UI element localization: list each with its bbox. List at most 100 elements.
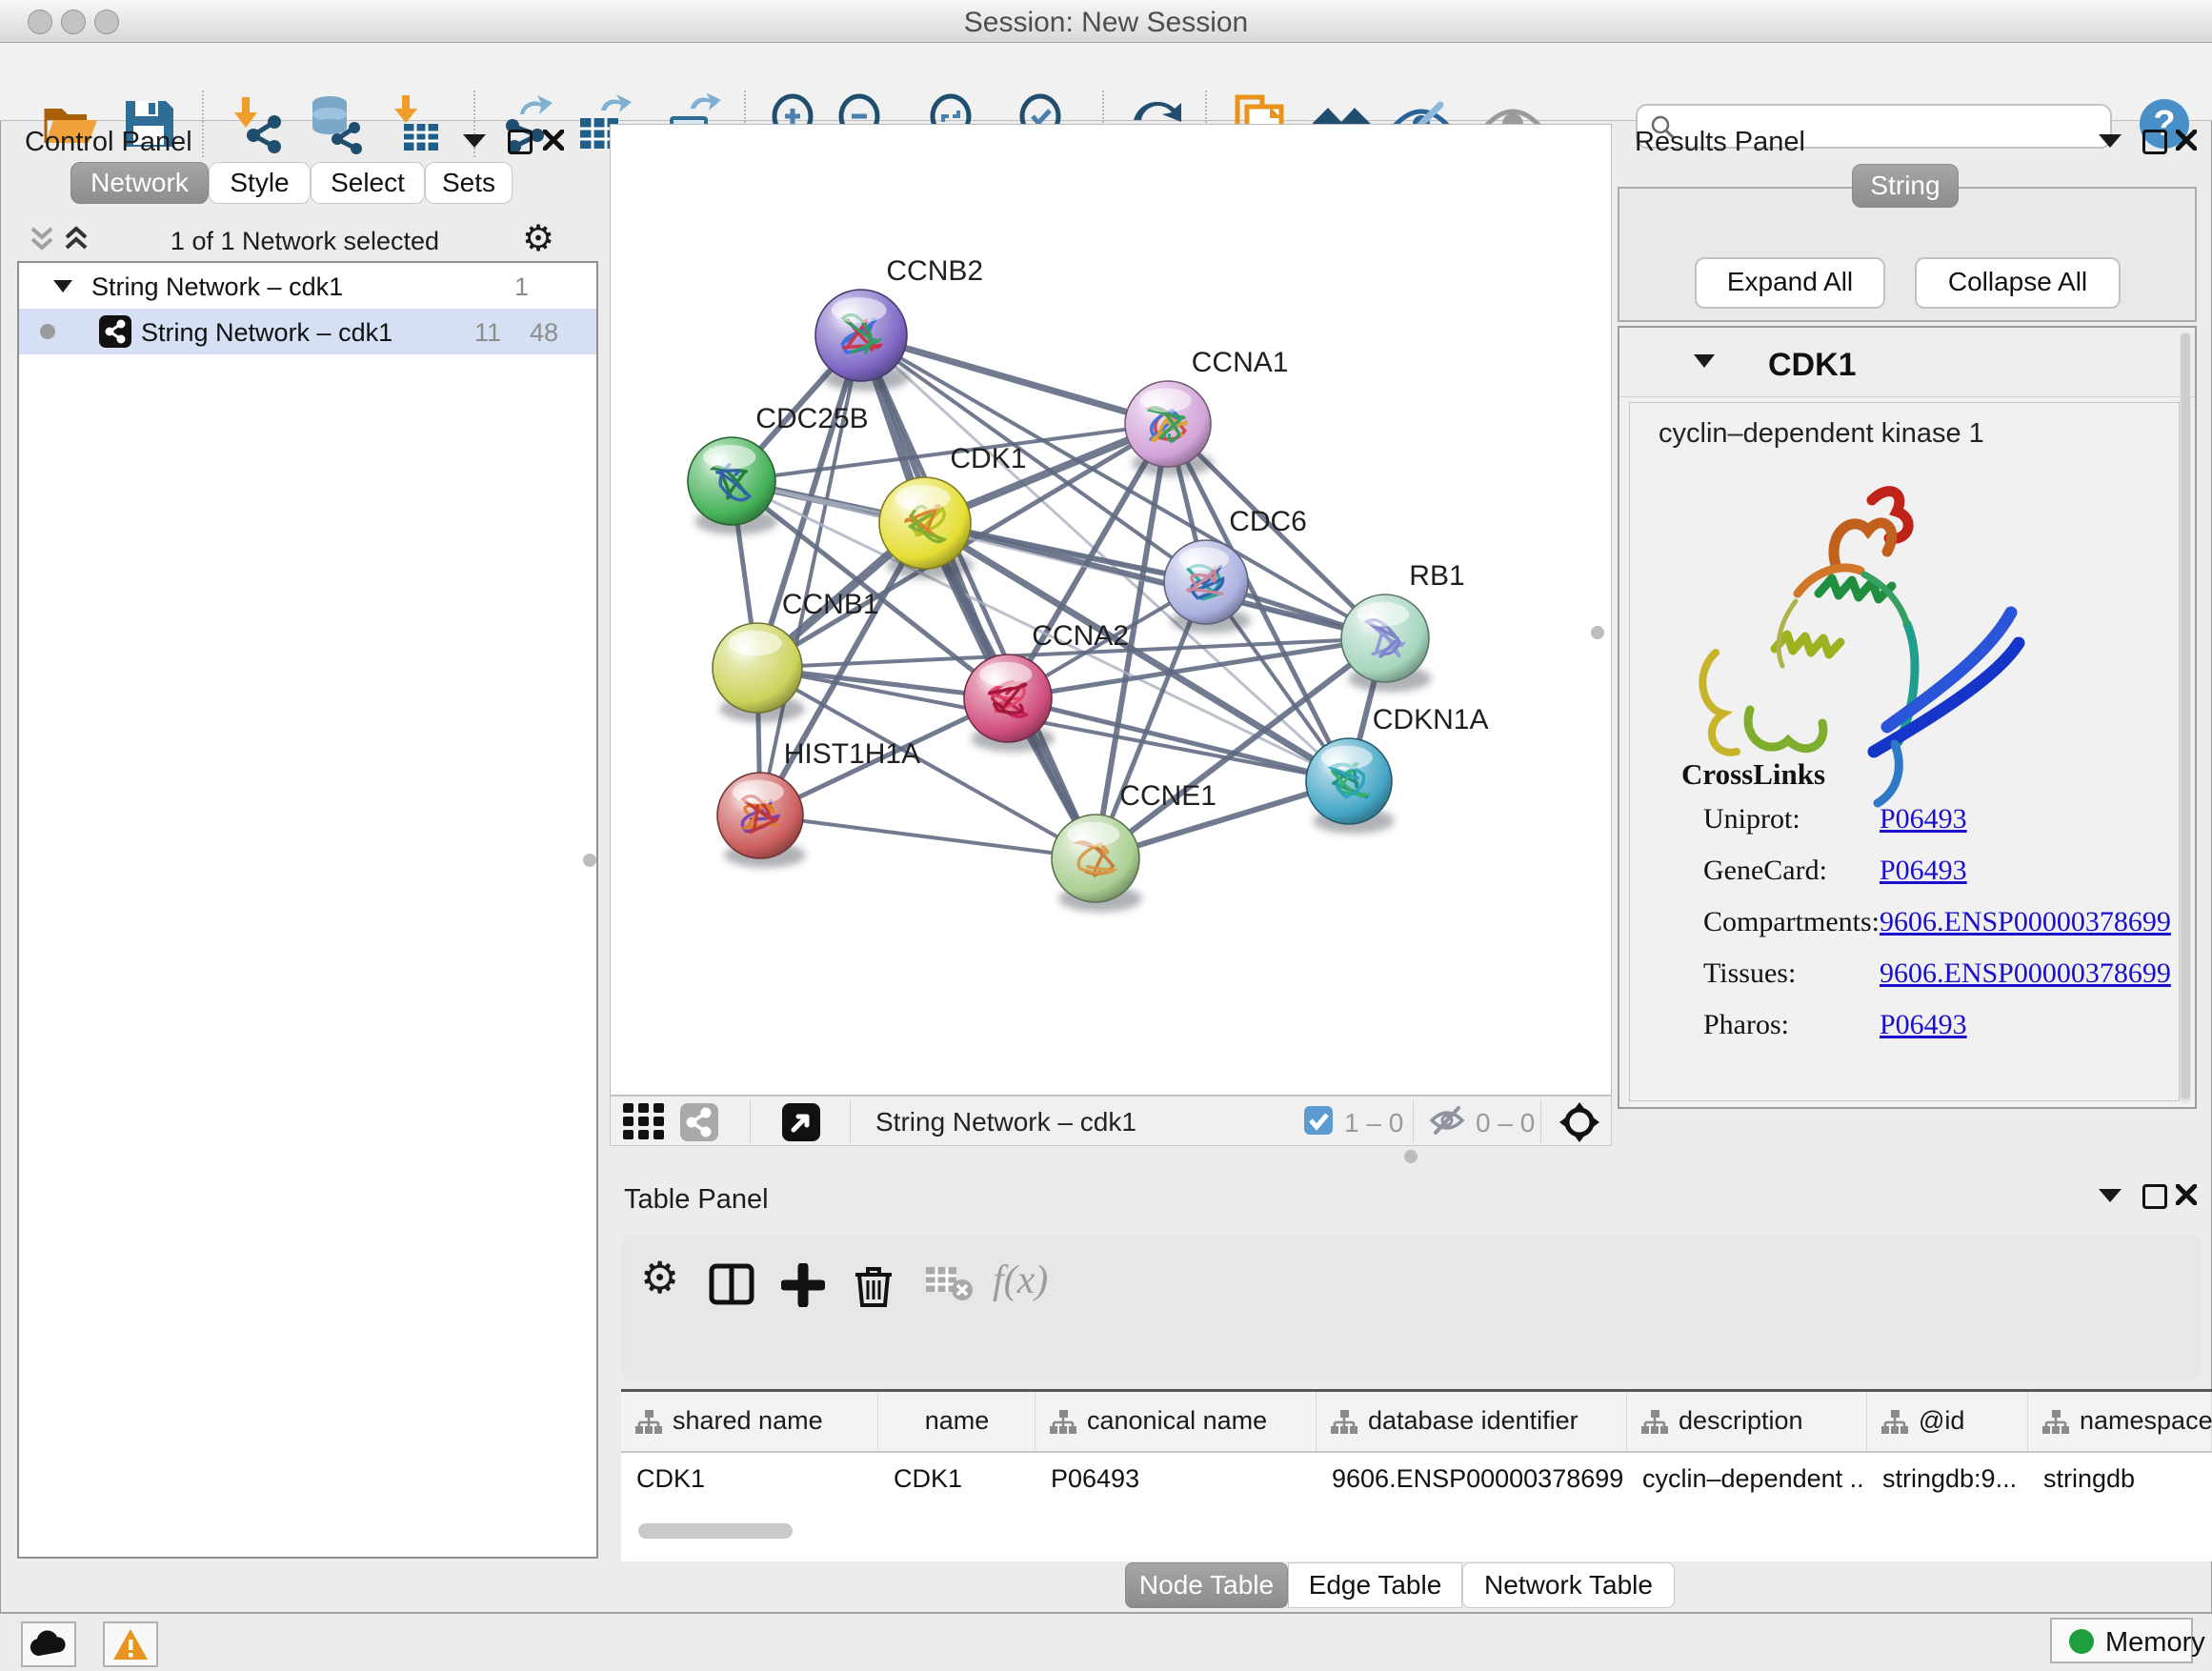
import-network-icon[interactable]	[225, 93, 286, 154]
tab-style[interactable]: Style	[209, 162, 311, 204]
tree-row-collection[interactable]: String Network – cdk1 1	[19, 263, 596, 309]
network-node-CCNA1[interactable]	[1125, 381, 1214, 476]
results-panel-title: Results Panel	[1635, 127, 1805, 158]
network-node-CCNA2[interactable]	[964, 654, 1055, 752]
crosslink-compartments[interactable]: 9606.ENSP00000378699	[1880, 906, 2171, 938]
fit-content-crosshair-icon[interactable]	[1558, 1101, 1600, 1148]
column-header-database-identifier[interactable]: database identifier	[1317, 1392, 1627, 1451]
tab-network-table[interactable]: Network Table	[1462, 1562, 1675, 1608]
network-edge-HIST1H1A-CCNE1[interactable]	[760, 815, 1096, 858]
results-panel-close-icon[interactable]	[2176, 130, 2197, 151]
tab-sets[interactable]: Sets	[425, 162, 513, 204]
bottom-splitter-handle[interactable]	[1404, 1150, 1418, 1163]
network-canvas[interactable]: CCNB2CCNA1CDC25BCDK1CDC6RB1CCNB1CCNA2CDK…	[610, 124, 1612, 1096]
network-node-CCNE1[interactable]	[1052, 815, 1142, 912]
network-collection-label: String Network – cdk1	[91, 272, 343, 302]
control-panel-float-icon[interactable]	[508, 130, 533, 154]
tab-string[interactable]: String	[1852, 164, 1959, 208]
network-edge-CDK1-RB1[interactable]	[925, 523, 1385, 638]
selected-checkbox-icon[interactable]	[1304, 1106, 1333, 1139]
column-header-@id[interactable]: @id	[1867, 1392, 2028, 1451]
grid-view-icon[interactable]	[623, 1103, 667, 1146]
function-builder-icon[interactable]: f(x)	[993, 1258, 1048, 1303]
collapse-all-button[interactable]: Collapse All	[1915, 257, 2121, 309]
column-type-icon	[1880, 1409, 1909, 1436]
tab-edge-table[interactable]: Edge Table	[1288, 1562, 1462, 1608]
gene-name: CDK1	[1768, 347, 1857, 384]
add-column-icon[interactable]	[781, 1263, 825, 1312]
gene-section-header[interactable]: CDK1	[1619, 330, 2195, 397]
node-label-CDC25B: CDC25B	[755, 403, 868, 434]
network-edge-CCNB2-CCNE1[interactable]	[861, 335, 1096, 858]
navbar-separator	[850, 1100, 851, 1142]
node-label-CCNA1: CCNA1	[1192, 347, 1289, 378]
gene-detail-box: cyclin–dependent kinase 1 CrossLinks Uni…	[1629, 402, 2180, 1101]
navbar-separator	[1413, 1100, 1414, 1142]
table-cell[interactable]: CDK1	[636, 1464, 875, 1494]
crosslink-uniprot[interactable]: P06493	[1880, 803, 1967, 836]
warning-status-icon[interactable]	[103, 1621, 158, 1667]
current-network-name: String Network – cdk1	[875, 1107, 1136, 1137]
results-panel-menu-icon[interactable]	[2099, 134, 2122, 148]
tree-row-network[interactable]: String Network – cdk1 11 48	[19, 309, 596, 354]
column-header-namespace[interactable]: namespace	[2028, 1392, 2212, 1451]
memory-button-label: Memory	[2105, 1627, 2205, 1659]
network-share-icon[interactable]	[680, 1103, 718, 1141]
column-header-canonical-name[interactable]: canonical name	[1036, 1392, 1317, 1451]
node-table[interactable]: shared name namecanonical namedatabase id…	[621, 1389, 2212, 1561]
column-header-label: shared name	[673, 1406, 823, 1436]
table-panel-menu-icon[interactable]	[2099, 1189, 2122, 1202]
import-database-icon[interactable]	[305, 93, 366, 154]
network-node-CDC6[interactable]	[1164, 540, 1251, 634]
network-node-RB1[interactable]	[1341, 594, 1432, 692]
table-settings-gear-icon[interactable]: ⚙	[640, 1256, 679, 1299]
hidden-eye-slash-icon[interactable]	[1428, 1104, 1466, 1141]
results-panel-float-icon[interactable]	[2142, 130, 2167, 154]
import-table-icon[interactable]	[385, 93, 446, 154]
network-node-HIST1H1A[interactable]	[717, 773, 806, 868]
table-panel-float-icon[interactable]	[2142, 1184, 2167, 1209]
tab-network[interactable]: Network	[70, 162, 209, 204]
control-panel-close-icon[interactable]	[543, 130, 564, 151]
table-cell[interactable]: stringdb	[2043, 1464, 2208, 1494]
table-panel-close-icon[interactable]	[2176, 1184, 2197, 1205]
network-node-CDKN1A[interactable]	[1306, 738, 1395, 834]
table-cell[interactable]: CDK1	[894, 1464, 1032, 1494]
expand-all-chevron-icon[interactable]	[63, 225, 90, 253]
crosslink-genecard[interactable]: P06493	[1880, 855, 1967, 887]
table-cell[interactable]: stringdb:9...	[1882, 1464, 2024, 1494]
network-node-CCNB1[interactable]	[713, 623, 805, 722]
delete-table-icon[interactable]	[924, 1263, 974, 1306]
table-cell[interactable]: 9606.ENSP00000378699	[1332, 1464, 1623, 1494]
column-type-icon	[1640, 1409, 1669, 1436]
memory-button[interactable]: Memory	[2050, 1618, 2193, 1663]
tab-select[interactable]: Select	[311, 162, 425, 204]
network-node-CDC25B[interactable]	[688, 437, 778, 534]
expand-all-button[interactable]: Expand All	[1695, 257, 1885, 309]
column-header-description[interactable]: description	[1627, 1392, 1867, 1451]
table-cell[interactable]: P06493	[1051, 1464, 1313, 1494]
gene-expander-icon[interactable]	[1694, 354, 1715, 368]
right-splitter-handle[interactable]	[1591, 626, 1604, 639]
results-scrollbar[interactable]	[2180, 332, 2191, 1103]
navbar-separator	[1540, 1100, 1541, 1142]
delete-column-icon[interactable]	[854, 1263, 894, 1314]
network-node-CCNB2[interactable]	[815, 290, 910, 392]
network-status-dot-icon	[40, 324, 55, 339]
network-options-gear-icon[interactable]: ⚙	[522, 221, 554, 257]
crosslink-pharos[interactable]: P06493	[1880, 1009, 1967, 1041]
column-header-shared-name[interactable]: shared name	[621, 1392, 878, 1451]
table-horizontal-scrollbar[interactable]	[638, 1523, 793, 1539]
network-node-CDK1[interactable]	[879, 477, 974, 579]
cloud-status-icon[interactable]	[21, 1621, 76, 1667]
column-header-name[interactable]: name	[878, 1392, 1036, 1451]
left-splitter-handle[interactable]	[583, 854, 596, 867]
tree-expander-icon[interactable]	[53, 280, 72, 292]
show-columns-icon[interactable]	[709, 1263, 754, 1310]
crosslink-tissues[interactable]: 9606.ENSP00000378699	[1880, 957, 2171, 990]
control-panel-menu-icon[interactable]	[463, 134, 486, 148]
tab-node-table[interactable]: Node Table	[1125, 1562, 1288, 1608]
birdseye-view-icon[interactable]	[782, 1103, 820, 1141]
collapse-all-chevron-icon[interactable]	[29, 225, 55, 253]
table-cell[interactable]: cyclin–dependent ...	[1642, 1464, 1863, 1494]
